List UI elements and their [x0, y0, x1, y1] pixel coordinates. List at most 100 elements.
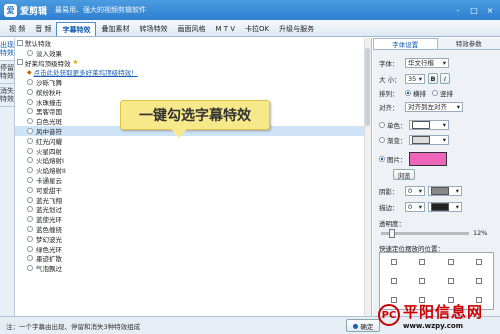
position-cell[interactable]: [465, 253, 493, 272]
browse-button[interactable]: 浏览: [393, 169, 415, 180]
tab-styles[interactable]: 画面风格: [172, 22, 210, 36]
group-default[interactable]: 默认特效: [15, 38, 371, 48]
list-item[interactable]: 绿色光环: [15, 244, 371, 254]
italic-button[interactable]: I: [440, 73, 450, 84]
position-cell[interactable]: [408, 253, 436, 272]
layout-horizontal-radio[interactable]: [405, 90, 411, 96]
group-checkbox[interactable]: [17, 59, 23, 66]
list-item[interactable]: 卡通星云: [15, 175, 371, 185]
radio-button[interactable]: [27, 88, 33, 95]
position-cell[interactable]: [465, 272, 493, 291]
position-cell[interactable]: [437, 253, 465, 272]
radio-button[interactable]: [27, 118, 33, 125]
stroke-size[interactable]: 0 ▾: [405, 202, 425, 212]
shadow-size[interactable]: 0 ▾: [405, 186, 425, 196]
list-item[interactable]: 蓝色缠绕: [15, 224, 371, 234]
radio-button[interactable]: [27, 98, 33, 105]
radio-button[interactable]: [27, 108, 33, 115]
minimize-button[interactable]: -: [451, 4, 465, 16]
position-cell[interactable]: [437, 272, 465, 291]
scrollbar-thumb[interactable]: [365, 48, 370, 126]
tab-upgrade[interactable]: 升级与服务: [274, 22, 319, 36]
radio-button[interactable]: [27, 79, 33, 86]
radio-button[interactable]: [27, 196, 33, 203]
list-item[interactable]: 墨迹扩散: [15, 254, 371, 263]
list-item[interactable]: 蓝光划过: [15, 205, 371, 214]
list-item[interactable]: 火焰熔射II: [15, 165, 371, 175]
list-item[interactable]: 缤纷秋叶: [15, 87, 371, 97]
radio-button[interactable]: [27, 235, 33, 242]
shadow-color-select[interactable]: ▾: [428, 186, 462, 196]
position-cell[interactable]: [380, 253, 408, 272]
tab-effect-params[interactable]: 特效参数: [438, 38, 500, 49]
list-item[interactable]: 可爱甜干: [15, 185, 371, 195]
list-item[interactable]: 红光闪耀: [15, 136, 371, 146]
watermark-logo: PC: [378, 304, 400, 326]
stroke-color-select[interactable]: ▾: [428, 202, 462, 212]
size-input[interactable]: 35 ▾: [405, 73, 425, 84]
radio-button[interactable]: [27, 245, 33, 252]
radio-button[interactable]: [27, 186, 33, 193]
group-checkbox[interactable]: [17, 39, 23, 46]
tab-font-settings[interactable]: 字体设置: [373, 38, 438, 49]
sidetab-appear[interactable]: 出现特效: [0, 38, 14, 61]
position-cell[interactable]: [408, 272, 436, 291]
list-item[interactable]: 淡入效果: [15, 48, 371, 58]
solid-radio[interactable]: [379, 122, 385, 128]
effects-list: 默认特效 淡入效果 好莱坞顶级特效 ★ ◆ 点击此处获取更多好莱坞顶级特效！ 沙砾飞…: [15, 38, 372, 316]
sidetab-disappear[interactable]: 消失特效: [0, 84, 14, 107]
app-logo: 爱: [4, 3, 17, 17]
bold-button[interactable]: B: [428, 73, 438, 84]
radio-button[interactable]: [27, 206, 33, 213]
layout-vertical-radio[interactable]: [432, 90, 438, 96]
image-row: 图片：: [379, 152, 447, 166]
group-hollywood[interactable]: 好莱坞顶级特效 ★: [15, 58, 371, 68]
promo-row[interactable]: ◆ 点击此处获取更多好莱坞顶级特效！: [15, 67, 371, 78]
chevron-down-icon: ▾: [442, 121, 446, 129]
promo-link[interactable]: 点击此处获取更多好莱坞顶级特效！: [34, 67, 138, 77]
tab-mtv[interactable]: M T V: [210, 22, 240, 36]
opacity-slider-thumb[interactable]: [388, 229, 395, 238]
radio-button[interactable]: [27, 157, 33, 164]
list-item[interactable]: 蓝使光环: [15, 214, 371, 224]
effect-type-tabs: 出现特效 停留特效 消失特效: [0, 38, 15, 318]
list-item[interactable]: 火焰熔射I: [15, 156, 371, 165]
tab-audio[interactable]: 音 频: [30, 22, 56, 36]
list-item[interactable]: 梦幻波光: [15, 234, 371, 244]
opacity-slider[interactable]: [381, 229, 469, 238]
image-radio[interactable]: [379, 156, 385, 162]
list-item[interactable]: 沙砾飞舞: [15, 77, 371, 87]
position-cell[interactable]: [380, 272, 408, 291]
radio-button[interactable]: [27, 49, 33, 56]
list-item[interactable]: 气泡飘过: [15, 263, 371, 273]
align-select[interactable]: 对齐到左对齐 ▾: [405, 102, 463, 112]
gradient-select[interactable]: ▾: [409, 135, 449, 145]
watermark-name: 平阳信息网: [403, 302, 484, 321]
maximize-button[interactable]: □: [467, 4, 481, 16]
solid-color-row: 单色： ▾: [379, 120, 449, 130]
radio-button[interactable]: [27, 265, 33, 272]
radio-button[interactable]: [27, 255, 33, 262]
tab-overlay[interactable]: 叠加素材: [96, 22, 134, 36]
color-swatch: [412, 136, 430, 144]
radio-button[interactable]: [27, 167, 33, 174]
radio-button[interactable]: [27, 137, 33, 144]
solid-color-select[interactable]: ▾: [409, 120, 449, 130]
list-item[interactable]: 蓝光飞翔: [15, 195, 371, 205]
radio-button[interactable]: [27, 226, 33, 233]
radio-button[interactable]: [27, 128, 33, 135]
tab-subtitle-effects[interactable]: 字幕特效: [56, 22, 97, 36]
radio-button[interactable]: [27, 147, 33, 154]
confirm-button[interactable]: ● 确定: [346, 319, 380, 332]
tab-transitions[interactable]: 转场特效: [134, 22, 172, 36]
font-select[interactable]: 华文行楷 ▾: [405, 58, 449, 68]
tab-karaoke[interactable]: 卡拉OK: [240, 22, 274, 36]
list-item[interactable]: 火星四射: [15, 146, 371, 156]
gradient-radio[interactable]: [379, 137, 385, 143]
hint-callout: 一键勾选字幕特效: [120, 100, 270, 138]
tab-video[interactable]: 视 频: [4, 22, 30, 36]
radio-button[interactable]: [27, 177, 33, 184]
close-button[interactable]: ×: [483, 4, 497, 16]
sidetab-stay[interactable]: 停留特效: [0, 61, 14, 84]
radio-button[interactable]: [27, 216, 33, 223]
